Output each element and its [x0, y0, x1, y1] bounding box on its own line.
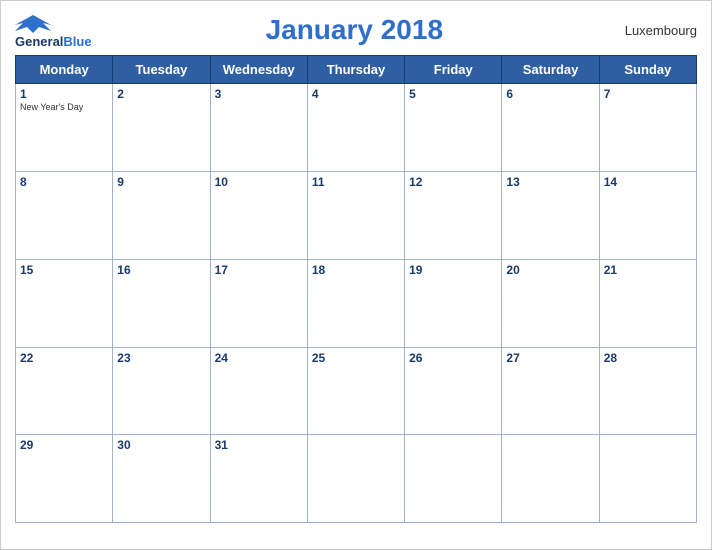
- calendar-cell: 23: [113, 347, 210, 435]
- calendar-cell: 15: [16, 259, 113, 347]
- calendar-cell: 4: [307, 84, 404, 172]
- header-friday: Friday: [405, 56, 502, 84]
- calendar-cell: 6: [502, 84, 599, 172]
- calendar-title: January 2018: [92, 14, 617, 46]
- day-number: 6: [506, 87, 594, 101]
- day-number: 28: [604, 351, 692, 365]
- day-number: 20: [506, 263, 594, 277]
- day-number: 18: [312, 263, 400, 277]
- day-number: 23: [117, 351, 205, 365]
- calendar-cell: 2: [113, 84, 210, 172]
- calendar-week-row: 15 16 17 18 19 20 21: [16, 259, 697, 347]
- calendar-week-row: 1New Year's Day 234567: [16, 84, 697, 172]
- calendar-cell: [307, 435, 404, 523]
- calendar-cell: 27: [502, 347, 599, 435]
- calendar-wrapper: General Blue January 2018 Luxembourg Mon…: [0, 0, 712, 550]
- day-number: 3: [215, 87, 303, 101]
- calendar-cell: 21: [599, 259, 696, 347]
- day-number: 7: [604, 87, 692, 101]
- header-monday: Monday: [16, 56, 113, 84]
- calendar-cell: 9: [113, 172, 210, 260]
- calendar-cell: 17: [210, 259, 307, 347]
- calendar-cell: 10: [210, 172, 307, 260]
- calendar-cell: 18: [307, 259, 404, 347]
- calendar-cell: 29: [16, 435, 113, 523]
- day-number: 15: [20, 263, 108, 277]
- header-saturday: Saturday: [502, 56, 599, 84]
- day-number: 8: [20, 175, 108, 189]
- calendar-cell: 28: [599, 347, 696, 435]
- header-wednesday: Wednesday: [210, 56, 307, 84]
- logo-general-text: General: [15, 35, 63, 49]
- calendar-table: Monday Tuesday Wednesday Thursday Friday…: [15, 55, 697, 523]
- header-thursday: Thursday: [307, 56, 404, 84]
- day-number: 24: [215, 351, 303, 365]
- day-number: 14: [604, 175, 692, 189]
- day-number: 17: [215, 263, 303, 277]
- day-number: 10: [215, 175, 303, 189]
- calendar-cell: 30: [113, 435, 210, 523]
- day-number: 19: [409, 263, 497, 277]
- day-number: 26: [409, 351, 497, 365]
- calendar-cell: 13: [502, 172, 599, 260]
- calendar-cell: 24: [210, 347, 307, 435]
- calendar-cell: 31: [210, 435, 307, 523]
- logo-bird-icon: [15, 11, 51, 35]
- holiday-label: New Year's Day: [20, 102, 108, 113]
- day-number: 13: [506, 175, 594, 189]
- calendar-cell: 8: [16, 172, 113, 260]
- calendar-cell: 12: [405, 172, 502, 260]
- day-number: 25: [312, 351, 400, 365]
- day-number: 12: [409, 175, 497, 189]
- calendar-cell: 11: [307, 172, 404, 260]
- weekday-header-row: Monday Tuesday Wednesday Thursday Friday…: [16, 56, 697, 84]
- day-number: 9: [117, 175, 205, 189]
- day-number: 29: [20, 438, 108, 452]
- calendar-cell: 14: [599, 172, 696, 260]
- calendar-cell: 19: [405, 259, 502, 347]
- calendar-cell: [502, 435, 599, 523]
- calendar-cell: 22: [16, 347, 113, 435]
- day-number: 31: [215, 438, 303, 452]
- calendar-week-row: 22 23 24 25 26 27 28: [16, 347, 697, 435]
- day-number: 22: [20, 351, 108, 365]
- calendar-cell: 1New Year's Day: [16, 84, 113, 172]
- calendar-week-row: 29 30 31: [16, 435, 697, 523]
- day-number: 11: [312, 175, 400, 189]
- day-number: 30: [117, 438, 205, 452]
- country-label: Luxembourg: [617, 23, 697, 38]
- header-sunday: Sunday: [599, 56, 696, 84]
- day-number: 5: [409, 87, 497, 101]
- calendar-cell: 26: [405, 347, 502, 435]
- calendar-cell: 5: [405, 84, 502, 172]
- logo-blue-text: Blue: [63, 35, 91, 49]
- day-number: 16: [117, 263, 205, 277]
- header-tuesday: Tuesday: [113, 56, 210, 84]
- calendar-cell: 7: [599, 84, 696, 172]
- calendar-cell: [405, 435, 502, 523]
- calendar-cell: 3: [210, 84, 307, 172]
- calendar-header: General Blue January 2018 Luxembourg: [15, 11, 697, 49]
- day-number: 4: [312, 87, 400, 101]
- day-number: 1: [20, 87, 108, 101]
- calendar-cell: [599, 435, 696, 523]
- calendar-cell: 25: [307, 347, 404, 435]
- calendar-week-row: 89 10 11 12 13 14: [16, 172, 697, 260]
- logo: General Blue: [15, 11, 92, 49]
- day-number: 21: [604, 263, 692, 277]
- calendar-cell: 16: [113, 259, 210, 347]
- day-number: 2: [117, 87, 205, 101]
- day-number: 27: [506, 351, 594, 365]
- calendar-cell: 20: [502, 259, 599, 347]
